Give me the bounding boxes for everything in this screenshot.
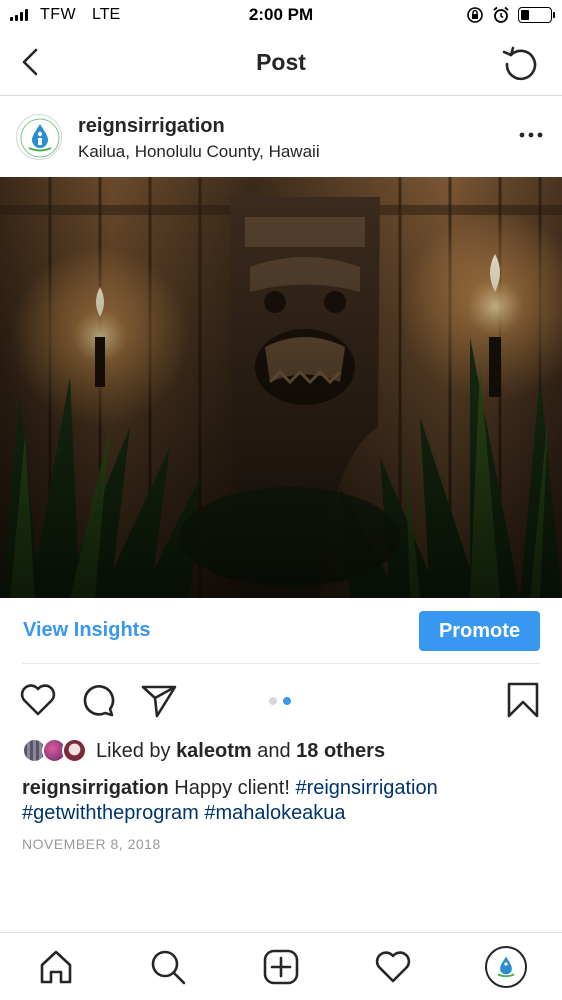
page-title: Post: [256, 49, 306, 75]
hashtag[interactable]: #mahalokeakua: [204, 802, 345, 824]
likes-prefix: Liked by: [96, 739, 171, 762]
refresh-icon[interactable]: [500, 44, 540, 84]
view-insights-link[interactable]: View Insights: [23, 619, 150, 642]
post-header: reignsirrigation Kailua, Honolulu County…: [0, 97, 562, 177]
alarm-icon: [493, 6, 509, 23]
promote-button[interactable]: Promote: [419, 611, 540, 651]
comment-icon[interactable]: [78, 680, 118, 720]
avatar[interactable]: [16, 114, 62, 160]
orientation-lock-icon: [467, 7, 483, 23]
post-location[interactable]: Kailua, Honolulu County, Hawaii: [78, 142, 320, 162]
post-photo[interactable]: [0, 177, 562, 598]
status-bar: TFW LTE 2:00 PM: [0, 0, 562, 32]
hashtag[interactable]: #getwiththeprogram: [22, 802, 199, 824]
hashtag[interactable]: #reignsirrigation: [295, 777, 437, 799]
battery-icon: [518, 7, 555, 23]
reigns-irrigation-logo-icon: [20, 118, 60, 158]
likes-text: Liked by kaleotm and 18 others: [96, 740, 385, 763]
divider: [22, 663, 540, 664]
avatar: [62, 738, 87, 763]
home-icon: [40, 950, 72, 984]
send-icon[interactable]: [139, 680, 179, 720]
likes-others[interactable]: 18 others: [296, 740, 385, 762]
liker-username[interactable]: kaleotm: [176, 740, 252, 762]
avatar: [485, 946, 527, 988]
home-tab[interactable]: [34, 945, 78, 989]
caption-username[interactable]: reignsirrigation: [22, 777, 169, 799]
reigns-irrigation-logo-icon: [497, 956, 515, 978]
insights-row: View Insights Promote: [0, 598, 562, 664]
activity-tab[interactable]: [371, 945, 415, 989]
post-caption: reignsirrigation Happy client! #reignsir…: [22, 776, 542, 826]
tab-bar: [0, 932, 562, 1000]
post-date: NOVEMBER 8, 2018: [22, 836, 161, 852]
post-username[interactable]: reignsirrigation: [78, 115, 225, 138]
search-icon: [151, 950, 186, 985]
post-actions: [0, 672, 562, 728]
heart-icon[interactable]: [18, 680, 58, 720]
search-tab[interactable]: [146, 945, 190, 989]
more-options-icon[interactable]: [518, 127, 544, 143]
liker-avatars: [22, 738, 90, 764]
status-icons: [466, 6, 555, 24]
add-post-tab[interactable]: [259, 945, 303, 989]
add-post-icon: [263, 949, 299, 985]
likes-conjunction: and: [257, 739, 291, 762]
tiki-statue-photo: [0, 177, 562, 598]
carousel-indicator: [269, 697, 291, 705]
nav-header: Post: [0, 32, 562, 96]
caption-text: Happy client!: [174, 777, 290, 799]
heart-icon: [375, 951, 411, 983]
profile-tab[interactable]: [484, 945, 528, 989]
likes-row[interactable]: Liked by kaleotm and 18 others: [22, 737, 385, 765]
bookmark-icon[interactable]: [503, 680, 543, 720]
